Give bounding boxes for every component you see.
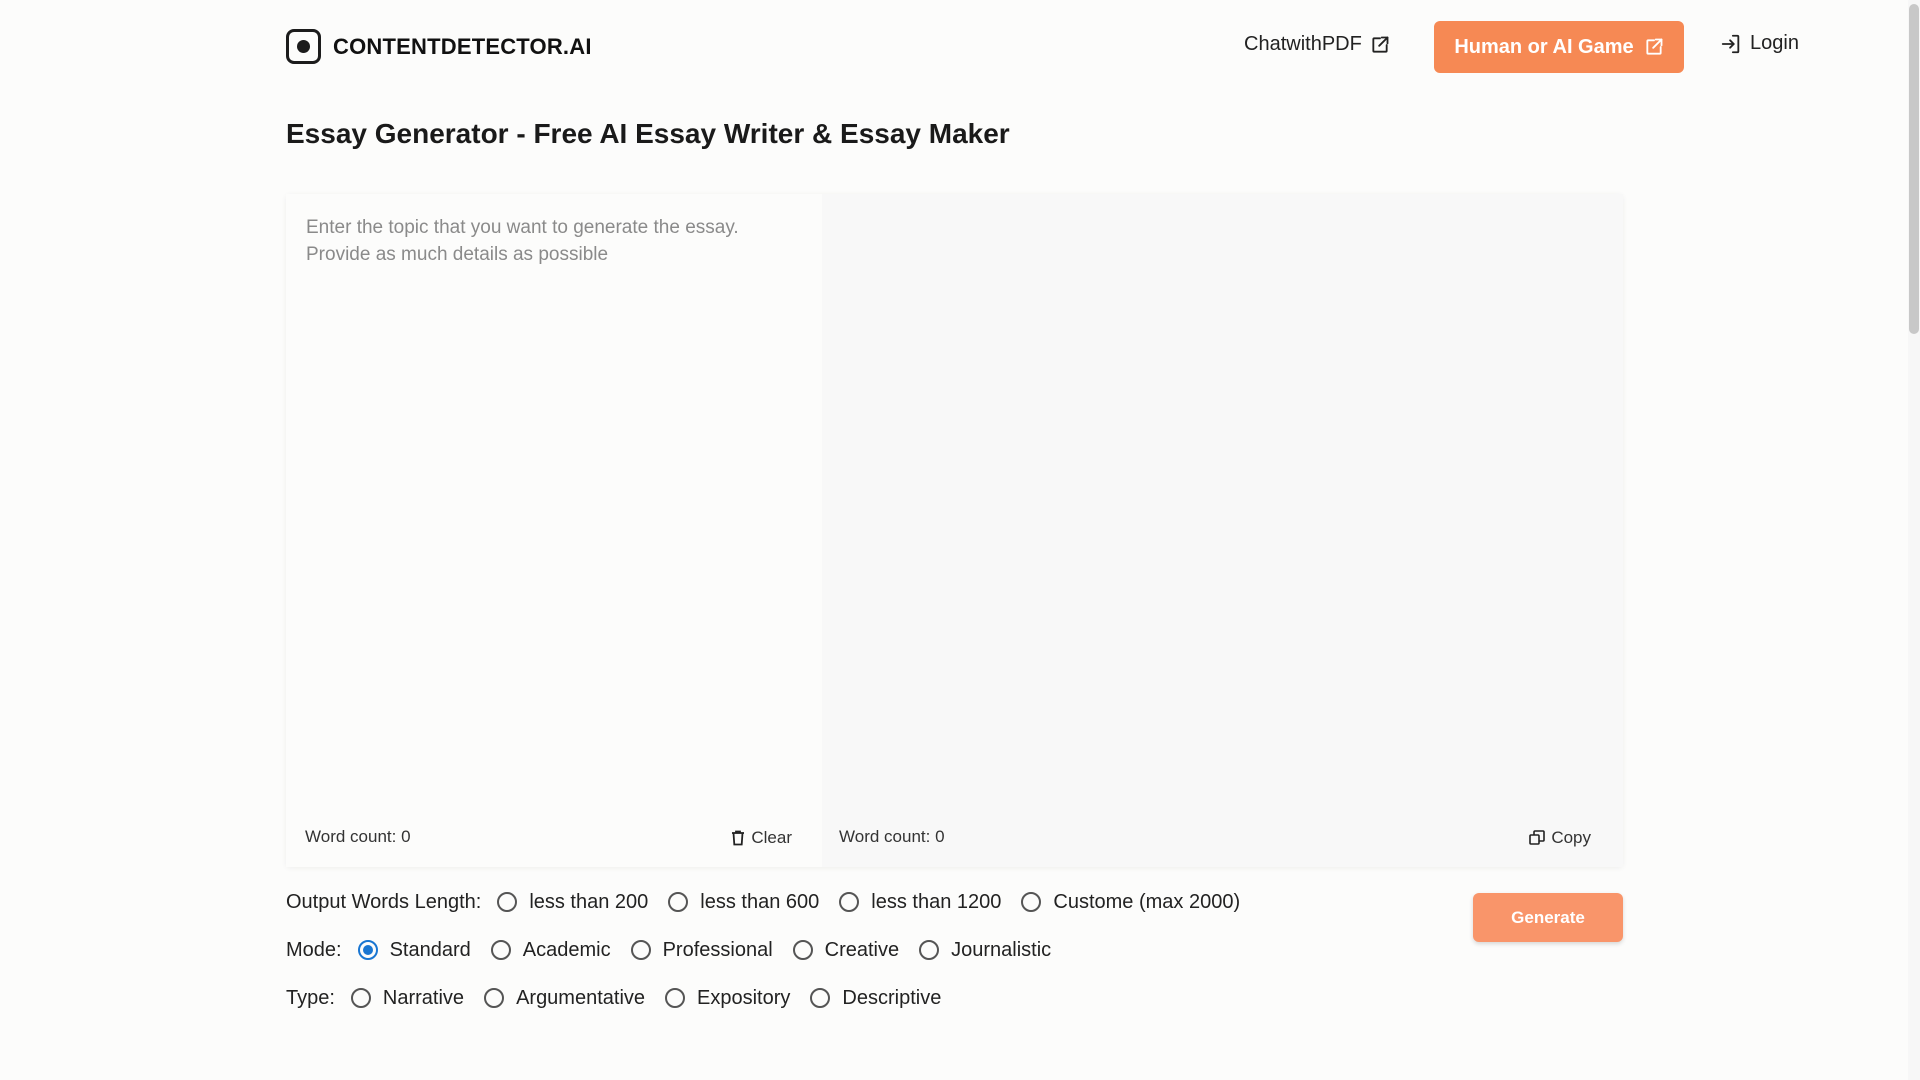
copy-button[interactable]: Copy bbox=[1529, 828, 1591, 848]
copy-label: Copy bbox=[1551, 828, 1591, 847]
radio-circle bbox=[810, 988, 831, 1008]
radio-circle bbox=[839, 892, 860, 912]
radio-circle bbox=[630, 940, 651, 960]
type-option-argumentative[interactable]: Argumentative bbox=[484, 987, 645, 1010]
clear-button[interactable]: Clear bbox=[731, 828, 792, 848]
trash-icon bbox=[732, 830, 745, 846]
mode-option-creative[interactable]: Creative bbox=[792, 939, 899, 962]
output-pane: Word count: 0 Copy bbox=[822, 194, 1623, 867]
human-or-ai-game-label: Human or AI Game bbox=[1454, 35, 1634, 58]
human-or-ai-game-button[interactable]: Human or AI Game bbox=[1434, 21, 1684, 73]
login-link[interactable]: Login bbox=[1720, 32, 1799, 55]
mode-option-academic[interactable]: Academic bbox=[490, 939, 611, 962]
mode-option-professional[interactable]: Professional bbox=[630, 939, 773, 962]
radio-circle bbox=[1021, 892, 1042, 912]
mode-option-journalistic[interactable]: Journalistic bbox=[919, 939, 1051, 962]
length-option-custom[interactable]: Custome (max 2000) bbox=[1021, 891, 1240, 914]
radio-circle bbox=[665, 988, 686, 1008]
length-option-600[interactable]: less than 600 bbox=[668, 891, 819, 914]
nav-chatwithpdf-link[interactable]: ChatwithPDF bbox=[1244, 33, 1390, 56]
login-icon bbox=[1721, 34, 1740, 53]
type-option-expository[interactable]: Expository bbox=[665, 987, 790, 1010]
clear-label: Clear bbox=[751, 828, 792, 847]
logo[interactable]: CONTENTDETECTOR.AI bbox=[286, 29, 592, 64]
input-pane: Word count: 0 Clear bbox=[286, 194, 822, 867]
radio-circle bbox=[919, 940, 940, 960]
type-label: Type: bbox=[286, 986, 335, 1009]
output-word-count: Word count: 0 bbox=[839, 827, 945, 846]
radio-circle bbox=[792, 940, 813, 960]
type-option-descriptive[interactable]: Descriptive bbox=[810, 987, 941, 1010]
copy-icon bbox=[1529, 830, 1546, 845]
radio-circle bbox=[497, 892, 518, 912]
input-word-count: Word count: 0 bbox=[305, 827, 411, 846]
page-title: Essay Generator - Free AI Essay Writer &… bbox=[286, 118, 1010, 149]
mode-option-standard[interactable]: Standard bbox=[357, 939, 471, 962]
type-option-narrative[interactable]: Narrative bbox=[350, 987, 464, 1010]
top-header: CONTENTDETECTOR.AI ChatwithPDF Human or … bbox=[0, 0, 1920, 95]
record-icon bbox=[286, 29, 321, 64]
length-options: Output Words Length: less than 200 less … bbox=[286, 888, 1260, 916]
mode-label: Mode: bbox=[286, 938, 342, 961]
login-label: Login bbox=[1750, 32, 1799, 54]
radio-circle-checked bbox=[357, 940, 378, 960]
logo-text: CONTENTDETECTOR.AI bbox=[333, 33, 592, 59]
topic-input[interactable] bbox=[286, 194, 822, 794]
radio-circle bbox=[350, 988, 371, 1008]
length-option-200[interactable]: less than 200 bbox=[497, 891, 648, 914]
mode-options: Mode: Standard Academic Professional Cre… bbox=[286, 936, 1260, 964]
radio-circle bbox=[668, 892, 689, 912]
nav-chatwithpdf-label: ChatwithPDF bbox=[1244, 33, 1362, 55]
essay-options: Output Words Length: less than 200 less … bbox=[286, 888, 1260, 1032]
page-scrollbar[interactable] bbox=[1908, 0, 1920, 1080]
length-label: Output Words Length: bbox=[286, 890, 482, 913]
radio-circle bbox=[490, 940, 511, 960]
type-options: Type: Narrative Argumentative Expository… bbox=[286, 984, 1260, 1012]
scrollbar-thumb[interactable] bbox=[1909, 4, 1919, 334]
radio-circle bbox=[484, 988, 505, 1008]
external-link-icon bbox=[1646, 38, 1663, 55]
external-link-icon bbox=[1372, 36, 1389, 53]
essay-editor: Word count: 0 Clear Word count: 0 Copy bbox=[286, 194, 1623, 867]
page: CONTENTDETECTOR.AI ChatwithPDF Human or … bbox=[0, 0, 1920, 1080]
length-option-1200[interactable]: less than 1200 bbox=[839, 891, 1001, 914]
generate-button[interactable]: Generate bbox=[1473, 893, 1623, 942]
